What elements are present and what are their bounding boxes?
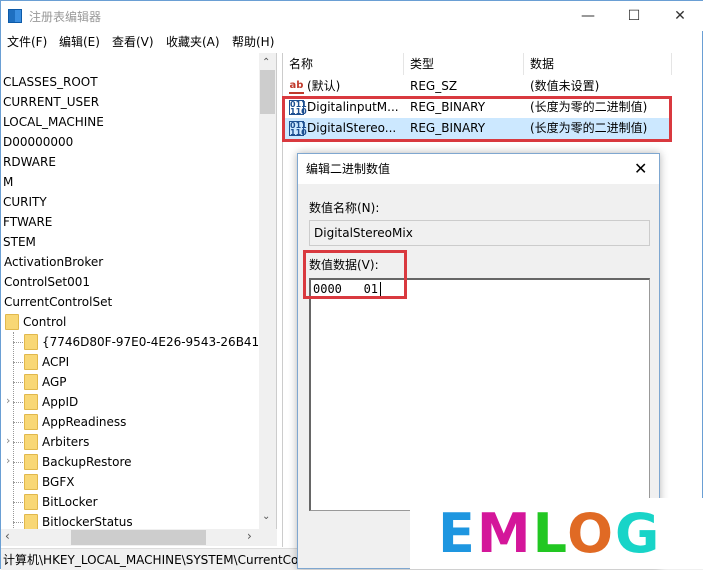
scroll-right-icon[interactable]: ›	[247, 529, 252, 543]
tree-connector	[13, 422, 23, 423]
scroll-up-icon[interactable]: ⌃	[262, 57, 270, 68]
logo-letter: L	[532, 502, 568, 565]
tree-connector	[13, 482, 23, 483]
minimize-button[interactable]: —	[565, 1, 611, 31]
folder-icon	[5, 314, 19, 330]
tree-connector	[13, 332, 14, 529]
tree-item[interactable]: RDWARE	[3, 152, 56, 172]
menu-favorites[interactable]: 收藏夹(A)	[166, 33, 220, 50]
expand-chevron-icon[interactable]: ›	[6, 394, 10, 407]
tree-item[interactable]: D00000000	[3, 132, 73, 152]
tree-connector	[13, 502, 23, 503]
window-title: 注册表编辑器	[29, 10, 102, 24]
tree-connector	[13, 442, 23, 443]
menu-help[interactable]: 帮助(H)	[232, 33, 274, 50]
folder-icon	[24, 414, 38, 430]
tree-item[interactable]: CLASSES_ROOT	[3, 72, 98, 92]
tree-item[interactable]: AppID	[42, 392, 78, 412]
dialog-close-button[interactable]: ✕	[634, 159, 647, 178]
column-header-name[interactable]: 名称	[283, 53, 404, 75]
column-header-data[interactable]: 数据	[524, 53, 672, 75]
menu-file[interactable]: 文件(F)	[7, 33, 47, 50]
tree-item[interactable]: LOCAL_MACHINE	[3, 112, 104, 132]
folder-icon	[24, 394, 38, 410]
logo-letter: O	[567, 502, 616, 565]
tree-item[interactable]: BitLocker	[42, 492, 98, 512]
tree-connector	[13, 402, 23, 403]
close-button[interactable]: ✕	[657, 1, 703, 31]
folder-icon	[24, 474, 38, 490]
logo-letter: M	[476, 502, 533, 565]
highlight-box-binary-values	[282, 96, 672, 142]
tree-item[interactable]: {7746D80F-97E0-4E26-9543-26B41FC2	[42, 332, 276, 352]
tree-item[interactable]: AGP	[42, 372, 67, 392]
tree-item[interactable]: BGFX	[42, 472, 74, 492]
logo-letter: E	[438, 502, 477, 565]
tree-item[interactable]: ActivationBroker	[4, 252, 103, 272]
menu-view[interactable]: 查看(V)	[112, 33, 154, 50]
value-data-editor[interactable]: 0000 01	[309, 278, 650, 511]
folder-icon	[24, 494, 38, 510]
scroll-thumb[interactable]	[71, 530, 206, 545]
tree-item[interactable]: CurrentControlSet	[4, 292, 112, 312]
folder-icon	[24, 354, 38, 370]
regedit-app-icon	[8, 9, 22, 23]
value-name-label: 数值名称(N):	[309, 201, 380, 215]
menu-edit[interactable]: 编辑(E)	[59, 33, 100, 50]
tree-item[interactable]: CURITY	[3, 192, 47, 212]
string-value-icon: ab	[289, 79, 304, 94]
tree-item[interactable]: Arbiters	[42, 432, 89, 452]
tree-connector	[13, 522, 23, 523]
tree-connector	[13, 342, 23, 343]
tree-connector	[13, 362, 23, 363]
tree-connector	[13, 462, 23, 463]
tree-item[interactable]: BackupRestore	[42, 452, 132, 472]
tree-horizontal-scrollbar[interactable]: ‹ ›	[1, 529, 277, 546]
value-type: REG_SZ	[410, 79, 458, 93]
folder-icon	[24, 334, 38, 350]
tree-item[interactable]: ACPI	[42, 352, 69, 372]
expand-chevron-icon[interactable]: ›	[6, 434, 10, 447]
scroll-left-icon[interactable]: ‹	[5, 529, 10, 543]
maximize-button[interactable]: ☐	[611, 1, 657, 31]
tree-vertical-scrollbar[interactable]: ⌃ ⌄	[259, 53, 276, 529]
folder-icon	[24, 514, 38, 529]
tree-item-control[interactable]: Control	[23, 312, 66, 332]
highlight-box-data-label	[303, 250, 407, 299]
folder-icon	[24, 374, 38, 390]
tree-connector	[13, 382, 23, 383]
scroll-down-icon[interactable]: ⌄	[262, 511, 270, 522]
dialog-title: 编辑二进制数值	[298, 154, 659, 184]
folder-icon	[24, 434, 38, 450]
tree-item[interactable]: M	[3, 172, 13, 192]
expand-chevron-icon[interactable]: ›	[6, 454, 10, 467]
tree-item[interactable]: STEM	[3, 232, 36, 252]
column-header-type[interactable]: 类型	[404, 53, 524, 75]
emlog-watermark-logo: EMLOG	[410, 498, 703, 569]
value-name-field[interactable]: DigitalStereoMix	[309, 220, 650, 246]
tree-item[interactable]: CURRENT_USER	[3, 92, 99, 112]
value-row[interactable]: ab (默认) REG_SZ (数值未设置)	[283, 76, 672, 97]
title-bar: 注册表编辑器 — ☐ ✕	[1, 1, 703, 31]
value-name: (默认)	[307, 79, 341, 93]
logo-letter: G	[615, 502, 662, 565]
folder-icon	[24, 454, 38, 470]
tree-item[interactable]: AppReadiness	[42, 412, 126, 432]
scroll-thumb[interactable]	[260, 70, 275, 114]
menu-bar: 文件(F) 编辑(E) 查看(V) 收藏夹(A) 帮助(H)	[1, 31, 703, 51]
registry-tree[interactable]: CLASSES_ROOT CURRENT_USER LOCAL_MACHINE D00…	[1, 53, 277, 529]
tree-item[interactable]: ControlSet001	[4, 272, 90, 292]
value-data: (数值未设置)	[530, 79, 600, 93]
tree-item[interactable]: FTWARE	[3, 212, 52, 232]
tree-item[interactable]: BitlockerStatus	[42, 512, 133, 529]
